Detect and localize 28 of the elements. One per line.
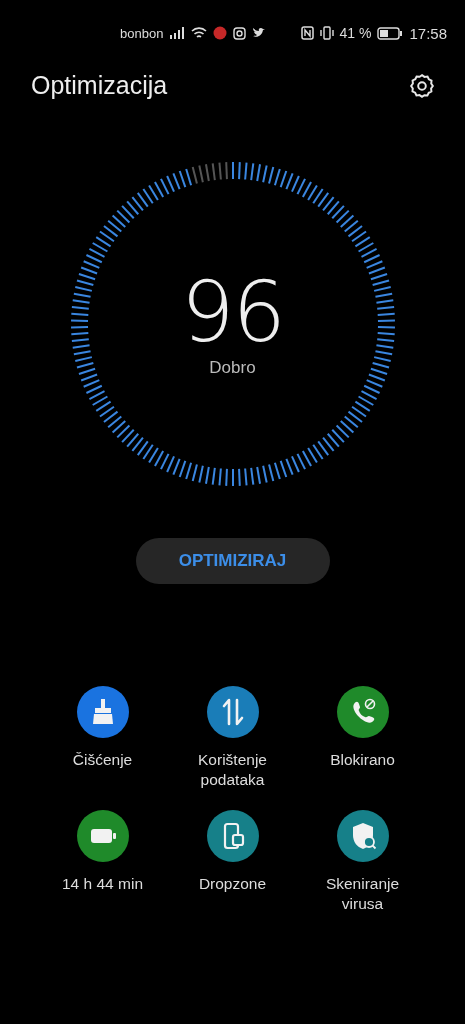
page-title: Optimizacija <box>31 71 168 100</box>
app-icon <box>213 26 228 40</box>
battery-icon[interactable] <box>76 810 129 862</box>
bird-icon <box>252 27 267 39</box>
wifi-icon <box>191 26 208 40</box>
tile-label: Korištenje podataka <box>197 750 268 790</box>
transfer-icon[interactable] <box>206 686 259 738</box>
nfc-icon <box>300 26 314 40</box>
tile-label: Dropzone <box>197 874 268 894</box>
battery-icon <box>377 26 404 40</box>
optimize-button[interactable]: OPTIMIZIRAJ <box>135 538 330 584</box>
score-rating: Dobro <box>209 358 256 378</box>
carrier-name: bonbon <box>120 25 164 41</box>
blocked-call-icon[interactable] <box>336 686 389 738</box>
signal-icon <box>169 27 186 39</box>
clock-time: 17:58 <box>409 24 447 42</box>
battery-percent: 41 % <box>339 25 372 41</box>
settings-icon[interactable] <box>409 72 435 99</box>
health-score: 96 <box>181 270 284 354</box>
broom-icon[interactable] <box>76 686 129 738</box>
tile-label: Čišćenje <box>71 750 134 770</box>
instagram-icon <box>233 26 247 40</box>
devices-icon[interactable] <box>206 810 259 862</box>
vibrate-icon <box>319 26 334 40</box>
tile-label: Skeniranje virusa <box>324 874 401 914</box>
shield-icon[interactable] <box>336 810 389 862</box>
tile-label: 14 h 44 min <box>61 874 144 894</box>
tile-label: Blokirano <box>329 750 396 770</box>
